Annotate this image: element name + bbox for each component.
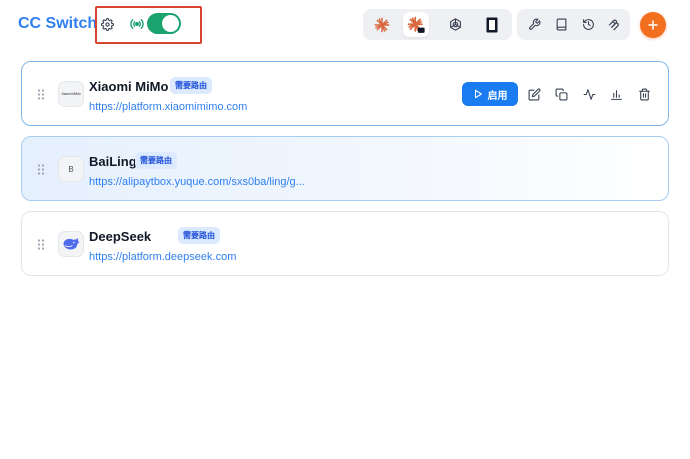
app-claude-code-button[interactable] [403, 12, 429, 37]
provider-card-bailing[interactable]: B BaiLing 需要路由 https://alipaytbox.yuque.… [21, 136, 669, 201]
route-required-badge: 需要路由 [135, 152, 177, 169]
provider-card-xiaomi-mimo[interactable]: Xiaomi MiMo Xiaomi MiMo 需要路由 https://pla… [21, 61, 669, 126]
settings-button[interactable] [97, 14, 117, 34]
app-title: CC Switch [18, 15, 98, 32]
mcp-button[interactable] [601, 12, 627, 37]
provider-url-link[interactable]: https://platform.deepseek.com [89, 251, 236, 263]
edit-icon [528, 87, 541, 100]
provider-logo: B [58, 156, 84, 182]
tools-group [517, 9, 630, 40]
duplicate-button[interactable] [551, 84, 571, 104]
app-gemini-button[interactable] [479, 12, 505, 37]
provider-url-link[interactable]: https://platform.xiaomimimo.com [89, 101, 247, 113]
toggle-knob [162, 15, 179, 32]
provider-logo: Xiaomi MiMo [58, 81, 84, 107]
app-codex-button[interactable] [442, 12, 468, 37]
provider-url-link[interactable]: https://alipaytbox.yuque.com/sxs0ba/ling… [89, 176, 305, 188]
history-button[interactable] [575, 12, 601, 37]
claude-burst-icon [374, 17, 390, 32]
drag-handle-icon[interactable] [37, 164, 45, 175]
history-icon [582, 19, 594, 30]
app-claude-button[interactable] [369, 12, 395, 37]
mcp-icon [608, 19, 619, 30]
stats-icon [610, 89, 622, 100]
test-button[interactable] [579, 84, 599, 104]
provider-logo [58, 231, 84, 257]
activity-icon [583, 88, 595, 100]
proxy-toggle[interactable] [147, 13, 181, 34]
plus-icon [648, 20, 658, 30]
deepseek-whale-icon [63, 238, 80, 250]
drag-handle-icon[interactable] [37, 89, 45, 100]
delete-button[interactable] [634, 84, 654, 104]
docs-button[interactable] [548, 12, 574, 37]
route-required-badge: 需要路由 [178, 227, 220, 244]
route-required-badge: 需要路由 [170, 77, 212, 94]
trash-icon [638, 88, 650, 100]
drag-handle-icon[interactable] [37, 239, 45, 250]
claude-code-icon [407, 16, 425, 33]
book-icon [556, 18, 566, 31]
xiaomi-mimo-logo: Xiaomi MiMo [61, 92, 81, 96]
duplicate-icon [555, 88, 567, 100]
stats-button[interactable] [606, 84, 626, 104]
app-switcher [363, 9, 512, 40]
enable-button[interactable]: 启用 [462, 82, 518, 106]
gear-icon [100, 17, 114, 31]
broadcast-icon [130, 19, 144, 29]
edit-button[interactable] [524, 84, 544, 104]
gemini-box-icon [486, 17, 498, 32]
openai-icon [449, 18, 461, 31]
enable-label: 启用 [487, 90, 508, 102]
provider-name: DeepSeek [89, 229, 152, 244]
provider-name: BaiLing [89, 154, 137, 169]
provider-name: Xiaomi MiMo [89, 79, 169, 94]
provider-card-deepseek[interactable]: DeepSeek 需要路由 https://platform.deepseek.… [21, 211, 669, 276]
wrench-icon [528, 18, 540, 30]
play-icon [474, 89, 482, 99]
tools-button[interactable] [521, 12, 547, 37]
add-provider-button[interactable] [640, 12, 666, 38]
